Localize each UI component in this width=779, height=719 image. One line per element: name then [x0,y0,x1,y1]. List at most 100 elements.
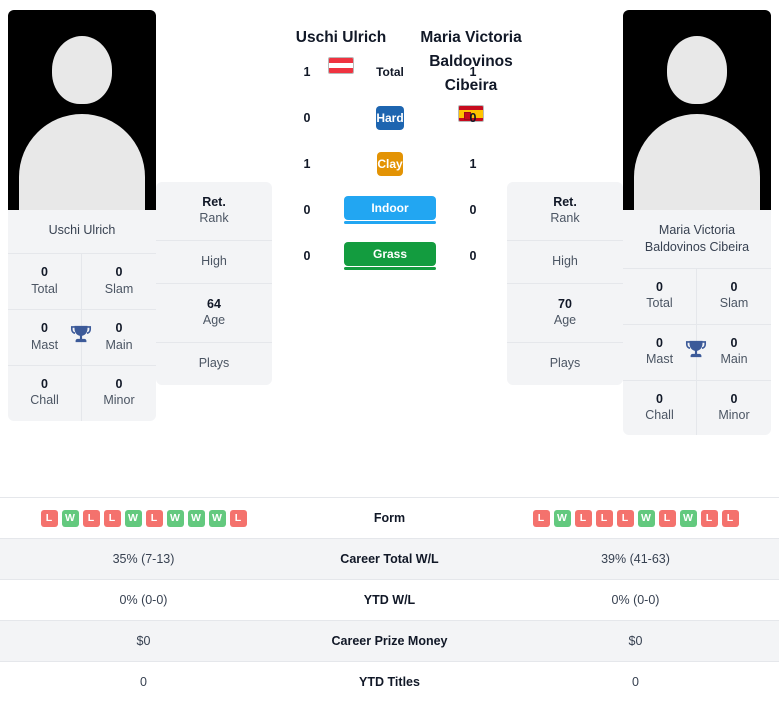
label: Total [646,296,673,311]
trophy-icon [683,337,709,368]
row-label: Form [373,511,406,525]
form-result-badge: L [532,509,550,527]
value: Plays [549,356,581,371]
label: Chall [30,393,59,408]
left-value: 0 [140,675,147,689]
right-info-rank: Ret. Rank [507,182,623,242]
left-player-card: Uschi Ulrich 0 Total 0 Slam 0 Mast 0 Mai… [8,10,156,421]
right-titles-chall: 0 Chall [623,380,697,436]
surface-label-clay[interactable]: Clay [377,152,403,176]
label: Main [720,352,748,367]
value: Ret. [202,195,226,209]
left-score: 0 [303,249,311,263]
surface-row-clay: 1 Clay 1 [298,150,482,178]
form-result-badge: W [166,509,184,527]
table-row: 35% (7-13) Career Total W/L 39% (41-63) [0,538,779,579]
left-titles-minor: 0 Minor [82,366,156,421]
right-score: 0 [469,249,477,263]
form-result-badge: L [82,509,100,527]
surface-label-indoor[interactable]: Indoor [344,196,436,220]
form-result-badge: L [229,509,247,527]
avatar-body [19,114,145,210]
indoor-underline [344,221,436,224]
table-row: LWLLWLWWWL Form LWLLLWLWLL [0,497,779,538]
value: 70 [558,297,572,311]
right-score: 1 [469,157,477,171]
left-info-plays: Plays [156,343,272,385]
surface-row-total: 1 Total 1 [298,58,482,86]
form-result-badge: W [637,509,655,527]
right-score: 0 [469,203,477,217]
form-result-badge: W [679,509,697,527]
avatar-head [52,36,112,104]
right-titles-slam: 0 Slam [697,269,771,325]
right-titles-minor: 0 Minor [697,381,771,436]
surface-label-hard[interactable]: Hard [376,106,404,130]
value: 0 [730,391,738,406]
label: Chall [645,408,674,423]
form-result-badge: L [595,509,613,527]
left-player-name[interactable]: Uschi Ulrich [276,10,406,50]
left-value: 0% (0-0) [119,593,168,607]
value: High [552,254,578,269]
value: 0 [656,279,663,294]
form-result-badge: W [208,509,226,527]
row-label: YTD Titles [359,675,420,689]
form-result-badge: L [145,509,163,527]
left-player-info-card: Ret. Rank High 64 Age Plays [156,182,272,385]
left-value: $0 [136,634,151,648]
label: Total [31,281,58,296]
label: Minor [103,393,135,408]
right-titles-mast: 0 Mast [623,324,707,381]
form-result-badge: L [103,509,121,527]
value: 0 [41,376,48,391]
comparison-table: LWLLWLWWWL Form LWLLLWLWLL 35% (7-13) Ca… [0,497,779,702]
value: High [201,254,227,269]
label: Minor [718,408,750,423]
table-row: $0 Career Prize Money $0 [0,620,779,661]
right-info-plays: Plays [507,343,623,385]
trophy-icon [68,322,94,353]
label: Slam [719,296,749,311]
right-score: 1 [469,65,477,79]
left-player-photo-caption: Uschi Ulrich [8,210,156,254]
right-info-high: High [507,241,623,284]
right-score: 0 [469,111,477,125]
value: 64 [207,297,221,311]
player-comparison-page: Uschi Ulrich 0 Total 0 Slam 0 Mast 0 Mai… [0,0,779,719]
surface-label-total: Total [376,65,404,79]
right-player-info-card: Ret. Rank High 70 Age Plays [507,182,623,385]
left-score: 0 [303,203,311,217]
right-titles-total: 0 Total [623,268,697,325]
left-titles-total: 0 Total [8,254,82,310]
form-result-badge: W [187,509,205,527]
form-result-badge: L [658,509,676,527]
value: 0 [41,265,48,279]
form-result-badge: L [721,509,739,527]
value: Ret. [553,195,577,209]
form-result-badge: L [616,509,634,527]
surface-label-grass[interactable]: Grass [344,242,436,266]
left-info-rank: Ret. Rank [156,182,272,242]
right-value: 0 [632,675,639,689]
surface-row-grass: 0 Grass 0 [298,242,482,270]
right-value: 0% (0-0) [611,593,660,607]
surface-head-to-head: 1 Total 1 0 Hard 0 1 Clay 1 0 Indoor 0 0… [298,58,482,288]
left-info-high: High [156,241,272,284]
surface-row-hard: 0 Hard 0 [298,104,482,132]
value: 0 [115,376,123,391]
table-row: 0 YTD Titles 0 [0,661,779,702]
left-score: 0 [303,111,311,125]
left-player-photo [8,10,156,210]
form-result-badge: L [40,509,58,527]
left-value: 35% (7-13) [112,552,175,566]
value: Plays [198,356,230,371]
label: Age [202,313,226,328]
form-result-badge: L [700,509,718,527]
right-player-card: Maria Victoria Baldovinos Cibeira 0 Tota… [623,10,771,436]
avatar-body [634,114,760,210]
value: 0 [730,279,738,294]
label: Rank [550,211,580,226]
row-label: Career Prize Money [331,634,448,648]
right-player-photo-caption: Maria Victoria Baldovinos Cibeira [623,210,771,269]
